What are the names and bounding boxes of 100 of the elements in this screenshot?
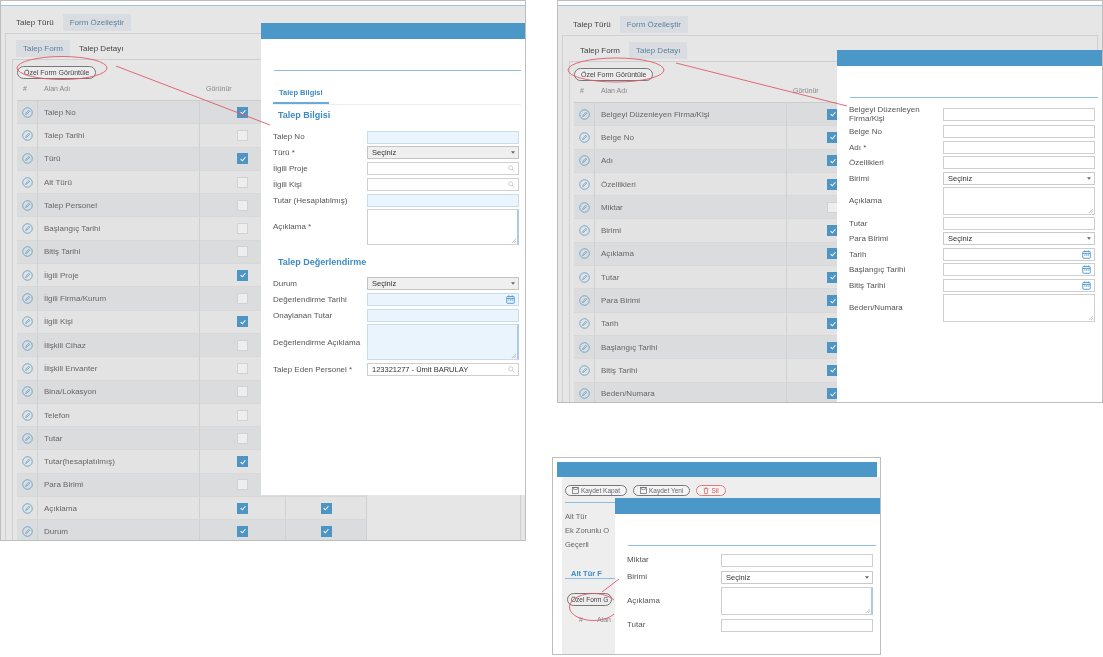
edit-icon[interactable]: [21, 502, 33, 514]
date-field[interactable]: [943, 247, 1095, 261]
checkbox[interactable]: [237, 223, 248, 235]
check-icon: [238, 457, 247, 466]
checkbox[interactable]: [237, 293, 248, 304]
date-field[interactable]: [943, 263, 1095, 277]
text-area[interactable]: [367, 209, 519, 245]
edit-icon[interactable]: [21, 246, 33, 258]
input-field[interactable]: [367, 130, 519, 144]
input-field[interactable]: [943, 140, 1095, 154]
edit-icon[interactable]: [21, 223, 33, 235]
save-icon: [640, 487, 648, 494]
tab[interactable]: Talep Detayı: [72, 40, 131, 57]
edit-icon[interactable]: [21, 409, 33, 421]
search-field[interactable]: [367, 177, 519, 191]
table-cell: Bina/Lokasyon: [44, 387, 97, 397]
edit-icon[interactable]: [21, 316, 33, 328]
table-cell: Beden/Numara: [601, 389, 655, 399]
calendar-icon[interactable]: [1082, 249, 1091, 259]
edit-icon[interactable]: [578, 225, 590, 237]
resize-grip-icon[interactable]: [511, 353, 516, 359]
date-field[interactable]: [367, 293, 519, 307]
checkbox[interactable]: [237, 199, 248, 211]
check-icon: [322, 504, 330, 513]
tab[interactable]: Talep Türü: [9, 14, 61, 31]
input-field[interactable]: [367, 309, 519, 323]
caret-icon: [1087, 237, 1091, 241]
tab[interactable]: Talep Form: [573, 42, 627, 59]
input-field[interactable]: [367, 193, 519, 207]
calendar-icon[interactable]: [506, 295, 515, 305]
table-cell: İlişkili Cihaz: [44, 340, 86, 350]
tab[interactable]: Talep Türü: [566, 16, 618, 33]
checkbox[interactable]: [237, 526, 248, 537]
checkbox[interactable]: [237, 432, 248, 444]
checkbox[interactable]: [237, 246, 248, 258]
input-field[interactable]: [943, 125, 1095, 139]
resize-grip-icon[interactable]: [1088, 314, 1093, 320]
checkbox[interactable]: [237, 129, 248, 141]
checkbox[interactable]: [237, 479, 248, 491]
calendar-icon[interactable]: [1082, 265, 1091, 275]
text-area[interactable]: [721, 587, 873, 615]
edit-icon[interactable]: [21, 199, 33, 211]
checkbox[interactable]: [237, 339, 248, 351]
text-area[interactable]: [367, 324, 519, 361]
edit-icon[interactable]: [578, 178, 590, 190]
edit-icon[interactable]: [21, 456, 33, 468]
edit-icon[interactable]: [578, 248, 590, 260]
checkbox[interactable]: [320, 526, 332, 537]
edit-icon[interactable]: [578, 131, 590, 143]
edit-icon[interactable]: [578, 271, 590, 283]
edit-icon[interactable]: [578, 388, 590, 400]
checkbox[interactable]: [237, 456, 248, 468]
text-area[interactable]: [943, 186, 1095, 215]
checkbox[interactable]: [237, 176, 248, 188]
edit-icon[interactable]: [21, 106, 33, 118]
edit-icon[interactable]: [21, 129, 33, 141]
edit-icon[interactable]: [578, 341, 590, 353]
input-field[interactable]: [943, 156, 1095, 170]
field-label: Para Birimi: [849, 234, 890, 244]
input-field[interactable]: [721, 553, 873, 567]
date-field[interactable]: [943, 278, 1095, 292]
input-field[interactable]: [943, 107, 1095, 121]
edit-icon[interactable]: [21, 269, 33, 281]
edit-icon[interactable]: [21, 153, 33, 165]
edit-icon[interactable]: [578, 295, 590, 306]
edit-icon[interactable]: [578, 201, 590, 213]
input-field[interactable]: [943, 216, 1095, 230]
resize-grip-icon[interactable]: [1088, 207, 1093, 213]
input-field[interactable]: [721, 618, 873, 632]
field-label: Açıklama *: [273, 222, 313, 232]
checkbox[interactable]: [237, 316, 248, 328]
edit-icon[interactable]: [578, 364, 590, 376]
edit-icon[interactable]: [21, 479, 33, 491]
edit-icon[interactable]: [21, 176, 33, 188]
search-field[interactable]: [367, 162, 519, 176]
field-label: Birimi: [849, 173, 870, 183]
checkbox[interactable]: [237, 409, 248, 421]
edit-icon[interactable]: [578, 155, 590, 167]
calendar-icon[interactable]: [1082, 280, 1091, 290]
edit-icon[interactable]: [21, 526, 33, 537]
checkbox[interactable]: [237, 153, 248, 165]
edit-icon[interactable]: [578, 108, 590, 120]
checkbox[interactable]: [237, 386, 248, 398]
checkbox[interactable]: [237, 106, 248, 118]
edit-icon[interactable]: [21, 362, 33, 374]
table-cell: Bitiş Tarihi: [601, 365, 638, 375]
checkbox[interactable]: [320, 502, 332, 514]
resize-grip-icon[interactable]: [865, 608, 870, 613]
checkbox[interactable]: [827, 201, 838, 213]
checkbox[interactable]: [237, 362, 248, 374]
checkbox[interactable]: [237, 269, 248, 281]
edit-icon[interactable]: [578, 318, 590, 330]
edit-icon[interactable]: [21, 432, 33, 444]
edit-icon[interactable]: [21, 293, 33, 304]
resize-grip-icon[interactable]: [511, 238, 516, 243]
edit-icon[interactable]: [21, 339, 33, 351]
table-cell: Talep No: [44, 107, 76, 117]
checkbox[interactable]: [237, 502, 248, 514]
edit-icon[interactable]: [21, 386, 33, 398]
text-area[interactable]: [943, 293, 1095, 322]
